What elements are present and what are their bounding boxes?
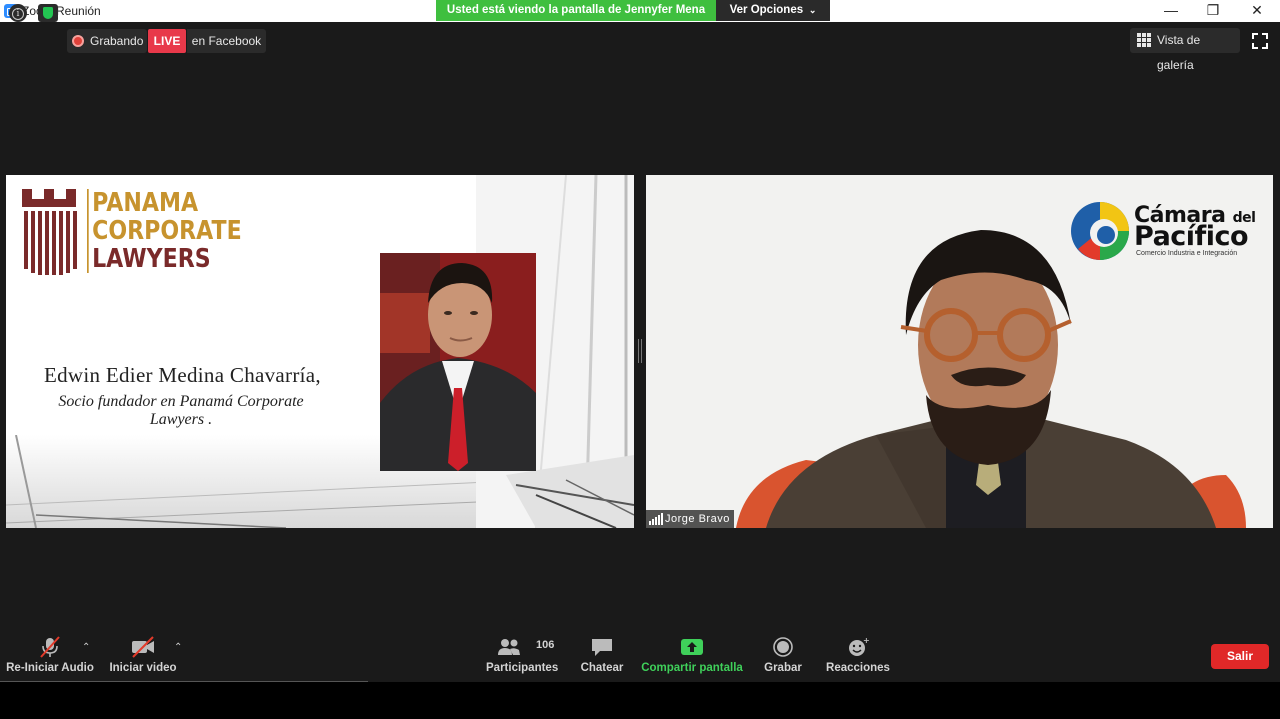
minimize-button[interactable]: — (1150, 0, 1192, 22)
record-button-label: Grabar (764, 662, 802, 674)
bottom-strip (0, 682, 1280, 719)
recording-label: Grabando (90, 34, 144, 48)
pcl-logo-line: CORPORATE (92, 216, 242, 246)
recording-dot-icon (72, 35, 84, 47)
shared-screen-tile: PANAMA CORPORATE LAWYERS Edwin Edier Med… (6, 175, 634, 528)
chat-button[interactable]: Chatear (574, 628, 630, 682)
chat-bubble-icon (592, 639, 612, 656)
participants-icon (498, 639, 521, 655)
participant-video (726, 230, 1246, 528)
video-button-label: Iniciar video (109, 662, 177, 674)
reactions-button[interactable]: + Reacciones (826, 628, 890, 682)
muted-camera-icon (132, 636, 154, 658)
signal-strength-icon (649, 513, 663, 525)
reactions-button-label: Reacciones (826, 662, 890, 674)
view-options-button[interactable]: Ver Opciones ⌄ (716, 0, 830, 21)
pcl-logo-line: PANAMA (92, 188, 199, 218)
smiley-plus-icon: + (849, 636, 870, 656)
speaker-photo (380, 253, 536, 471)
participant-video-tile: Cámara del Pacífico Comercio Industria e… (646, 175, 1273, 528)
video-button[interactable]: Iniciar video (106, 628, 180, 682)
video-options-chevron-icon[interactable]: ⌃ (174, 642, 182, 653)
close-button[interactable]: ✕ (1236, 0, 1278, 22)
live-badge[interactable]: LIVE (148, 29, 186, 53)
audio-button[interactable]: Re-Iniciar Audio (4, 628, 96, 682)
speaker-role: Socio fundador en Panamá Corporate Lawye… (58, 393, 304, 428)
pcl-logo-line: LAWYERS (92, 244, 211, 274)
chat-button-label: Chatear (580, 662, 624, 674)
view-options-label: Ver Opciones (729, 4, 804, 16)
record-button[interactable]: Grabar (760, 628, 806, 682)
live-stream-target[interactable]: en Facebook (187, 29, 266, 53)
share-screen-icon (681, 639, 703, 655)
camara-pacifico-logo-icon (1071, 202, 1129, 260)
fullscreen-icon[interactable] (1250, 31, 1270, 51)
tile-resize-handle[interactable] (638, 339, 642, 363)
chevron-down-icon: ⌄ (806, 5, 817, 15)
camara-logo-tagline: Comercio Industria e Integración (1136, 250, 1238, 257)
window-title: Zoom Reunión (22, 4, 101, 18)
muted-microphone-icon (40, 636, 60, 658)
participants-button[interactable]: 106 Participantes (486, 628, 558, 682)
pcl-logo-text: PANAMA CORPORATE LAWYERS (87, 189, 242, 273)
pcl-logo-icon (22, 189, 77, 275)
screen-share-banner: Usted está viendo la pantalla de Jennyfe… (436, 0, 716, 21)
participants-count: 106 (536, 639, 555, 651)
grid-icon (1137, 33, 1151, 47)
audio-options-chevron-icon[interactable]: ⌃ (82, 642, 90, 653)
record-icon (773, 637, 793, 657)
meeting-toolbar: Re-Iniciar Audio ⌃ Iniciar video ⌃ 106 P… (0, 628, 1280, 682)
leave-meeting-button[interactable]: Salir (1211, 644, 1269, 669)
audio-button-label: Re-Iniciar Audio (6, 662, 94, 674)
security-shield-icon[interactable] (38, 4, 58, 22)
meeting-info-icon[interactable]: i (9, 4, 27, 22)
speaker-name: Edwin Edier Medina Chavarría, (44, 363, 321, 387)
restore-button[interactable]: ❐ (1192, 0, 1234, 22)
participants-button-label: Participantes (486, 662, 559, 674)
svg-text:+: + (863, 636, 870, 645)
share-screen-label: Compartir pantalla (641, 662, 743, 674)
camara-logo-line2: Pacífico (1134, 221, 1249, 252)
share-screen-button[interactable]: Compartir pantalla (640, 628, 744, 682)
